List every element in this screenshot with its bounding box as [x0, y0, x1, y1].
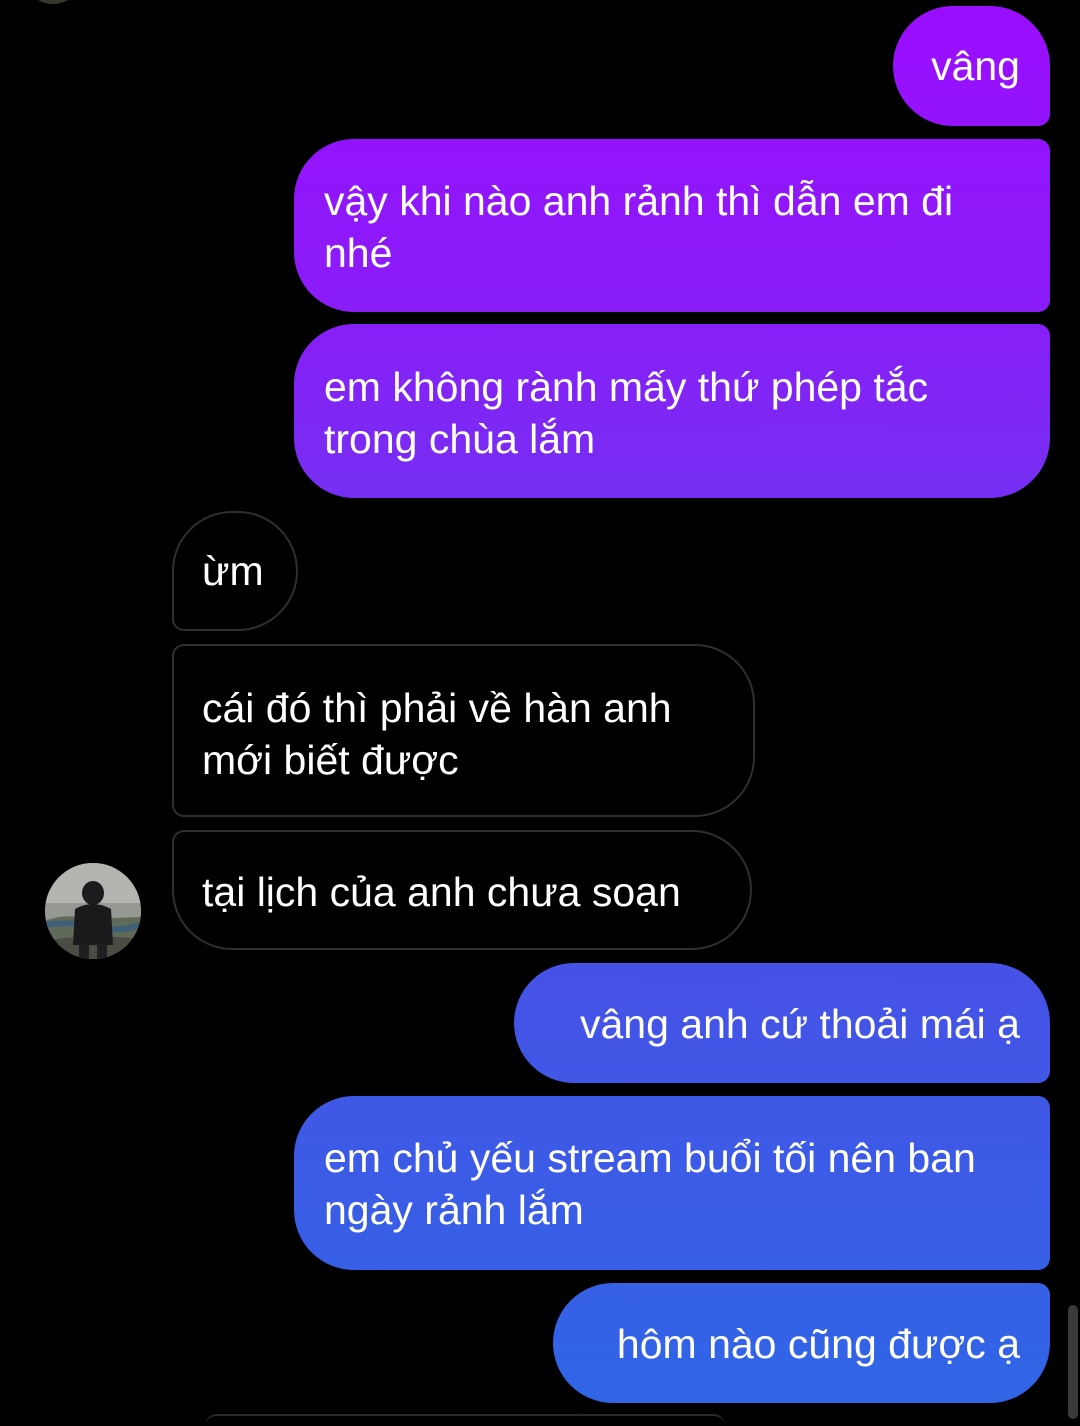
- message-outgoing[interactable]: hôm nào cũng được ạ: [553, 1283, 1050, 1403]
- message-outgoing[interactable]: em không rành mấy thứ phép tắc trong chù…: [294, 324, 1050, 498]
- message-text: hôm nào cũng được ạ: [616, 1321, 1020, 1367]
- message-text: ừm: [202, 548, 264, 594]
- message-text: vâng: [931, 43, 1020, 89]
- message-text: vậy khi nào anh rảnh thì dẫn em đi nhé: [324, 178, 954, 276]
- contact-avatar[interactable]: [45, 863, 141, 959]
- message-text: em không rành mấy thứ phép tắc trong chù…: [324, 364, 929, 462]
- previous-avatar-fragment: [30, 0, 76, 4]
- message-outgoing[interactable]: vậy khi nào anh rảnh thì dẫn em đi nhé: [294, 139, 1050, 312]
- scrollbar[interactable]: [1068, 1305, 1078, 1419]
- message-incoming[interactable]: ừm: [172, 511, 298, 631]
- message-text: em chủ yếu stream buổi tối nên ban ngày …: [324, 1135, 976, 1233]
- message-incoming[interactable]: tại lịch của anh chưa soạn: [172, 830, 752, 950]
- message-text: tại lịch của anh chưa soạn: [202, 869, 681, 915]
- message-outgoing[interactable]: vâng: [893, 6, 1050, 126]
- message-text: vâng anh cứ thoải mái ạ: [580, 1001, 1020, 1047]
- message-outgoing[interactable]: em chủ yếu stream buổi tối nên ban ngày …: [294, 1096, 1050, 1270]
- next-message-edge: [205, 1414, 725, 1426]
- message-incoming[interactable]: cái đó thì phải về hàn anh mới biết được: [172, 644, 755, 817]
- message-text: cái đó thì phải về hàn anh mới biết được: [202, 685, 672, 783]
- avatar-photo-icon: [45, 863, 141, 959]
- message-outgoing[interactable]: vâng anh cứ thoải mái ạ: [514, 963, 1050, 1083]
